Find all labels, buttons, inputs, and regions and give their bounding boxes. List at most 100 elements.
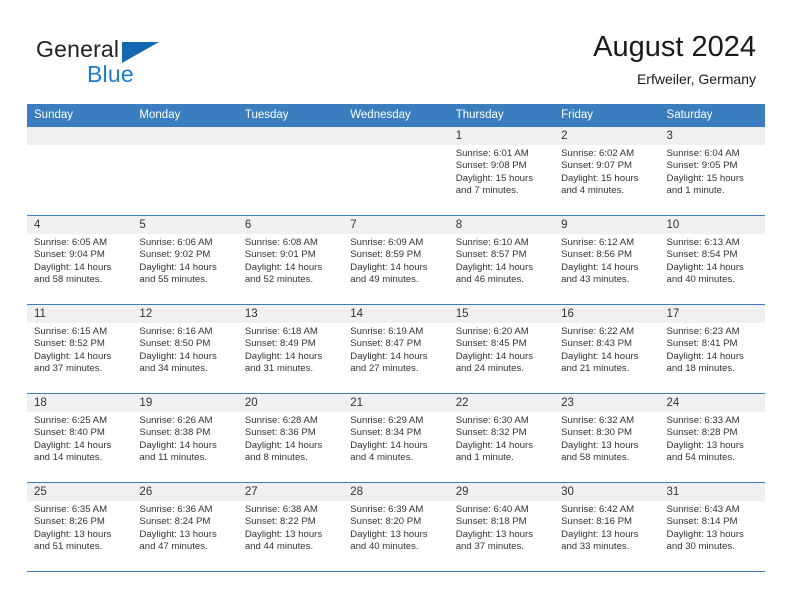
sunrise-text: Sunrise: 6:38 AM — [244, 504, 318, 515]
sunrise-text: Sunrise: 6:43 AM — [666, 504, 740, 515]
calendar-day-cell[interactable]: 14 Sunrise: 6:19 AM Sunset: 8:47 PM Dayl… — [343, 304, 449, 394]
day-details: Sunrise: 6:22 AM Sunset: 8:43 PM Dayligh… — [554, 323, 659, 376]
sunset-text: Sunset: 8:16 PM — [561, 516, 633, 528]
day-details: Sunrise: 6:35 AM Sunset: 8:26 PM Dayligh… — [27, 501, 132, 554]
sunrise-text: Sunrise: 6:06 AM — [139, 237, 213, 248]
daylight-text-line2: and 18 minutes. — [666, 363, 735, 375]
day-number: 8 — [448, 216, 555, 234]
day-details: Sunrise: 6:09 AM Sunset: 8:59 PM Dayligh… — [343, 234, 448, 287]
daylight-text-line2: and 4 minutes. — [350, 452, 414, 464]
sunrise-text: Sunrise: 6:13 AM — [666, 237, 740, 248]
calendar-day-cell[interactable]: 13 Sunrise: 6:18 AM Sunset: 8:49 PM Dayl… — [237, 304, 344, 394]
calendar-day-cell[interactable]: 23 Sunrise: 6:32 AM Sunset: 8:30 PM Dayl… — [554, 393, 660, 483]
day-cell-content: 5 Sunrise: 6:06 AM Sunset: 9:02 PM Dayli… — [132, 216, 238, 304]
calendar-day-cell[interactable]: 11 Sunrise: 6:15 AM Sunset: 8:52 PM Dayl… — [27, 304, 133, 394]
calendar-day-cell[interactable]: 8 Sunrise: 6:10 AM Sunset: 8:57 PM Dayli… — [448, 215, 555, 305]
calendar-day-cell[interactable]: 31 Sunrise: 6:43 AM Sunset: 8:14 PM Dayl… — [659, 482, 765, 572]
calendar-day-cell[interactable]: 16 Sunrise: 6:22 AM Sunset: 8:43 PM Dayl… — [554, 304, 660, 394]
calendar-day-cell[interactable] — [343, 127, 449, 216]
calendar-day-cell[interactable]: 28 Sunrise: 6:39 AM Sunset: 8:20 PM Dayl… — [343, 482, 449, 572]
title-block: August 2024 Erfweiler, Germany — [593, 30, 756, 89]
calendar-day-cell[interactable] — [27, 127, 133, 216]
calendar-day-cell[interactable]: 12 Sunrise: 6:16 AM Sunset: 8:50 PM Dayl… — [132, 304, 238, 394]
day-number: 6 — [237, 216, 344, 234]
day-cell-content: 26 Sunrise: 6:36 AM Sunset: 8:24 PM Dayl… — [132, 483, 238, 571]
calendar-body: 1 Sunrise: 6:01 AM Sunset: 9:08 PM Dayli… — [27, 127, 765, 572]
day-details: Sunrise: 6:13 AM Sunset: 8:54 PM Dayligh… — [660, 234, 765, 287]
day-number: 4 — [27, 216, 133, 234]
calendar-day-cell[interactable]: 9 Sunrise: 6:12 AM Sunset: 8:56 PM Dayli… — [554, 215, 660, 305]
daylight-text-line1: Daylight: 14 hours — [34, 439, 112, 451]
day-cell-content: 17 Sunrise: 6:23 AM Sunset: 8:41 PM Dayl… — [659, 305, 765, 393]
daylight-text-line1: Daylight: 13 hours — [350, 528, 428, 540]
calendar-day-cell[interactable]: 27 Sunrise: 6:38 AM Sunset: 8:22 PM Dayl… — [237, 482, 344, 572]
logo-text-blue: Blue — [87, 61, 134, 87]
daylight-text-line1: Daylight: 15 hours — [666, 172, 744, 184]
sunrise-text: Sunrise: 6:22 AM — [561, 326, 635, 337]
daylight-text-line2: and 11 minutes. — [139, 452, 207, 464]
day-number: 18 — [27, 394, 133, 412]
daylight-text-line1: Daylight: 14 hours — [350, 439, 428, 451]
calendar-day-cell[interactable]: 17 Sunrise: 6:23 AM Sunset: 8:41 PM Dayl… — [659, 304, 765, 394]
calendar-header-row: Sunday Monday Tuesday Wednesday Thursday… — [27, 104, 765, 127]
day-details: Sunrise: 6:36 AM Sunset: 8:24 PM Dayligh… — [132, 501, 237, 554]
daylight-text-line2: and 37 minutes. — [34, 363, 103, 375]
sunrise-text: Sunrise: 6:26 AM — [139, 415, 213, 426]
calendar-day-cell[interactable]: 4 Sunrise: 6:05 AM Sunset: 9:04 PM Dayli… — [27, 215, 133, 305]
day-details: Sunrise: 6:08 AM Sunset: 9:01 PM Dayligh… — [238, 234, 343, 287]
calendar-day-cell[interactable]: 6 Sunrise: 6:08 AM Sunset: 9:01 PM Dayli… — [237, 215, 344, 305]
calendar-day-cell[interactable]: 29 Sunrise: 6:40 AM Sunset: 8:18 PM Dayl… — [448, 482, 555, 572]
sunrise-text: Sunrise: 6:40 AM — [455, 504, 529, 515]
daylight-text-line1: Daylight: 14 hours — [139, 439, 217, 451]
calendar-day-cell[interactable]: 24 Sunrise: 6:33 AM Sunset: 8:28 PM Dayl… — [659, 393, 765, 483]
calendar-day-cell[interactable]: 26 Sunrise: 6:36 AM Sunset: 8:24 PM Dayl… — [132, 482, 238, 572]
sunset-text: Sunset: 8:47 PM — [350, 338, 422, 350]
calendar-day-cell[interactable] — [132, 127, 238, 216]
daylight-text-line2: and 54 minutes. — [666, 452, 735, 464]
calendar-day-cell[interactable]: 2 Sunrise: 6:02 AM Sunset: 9:07 PM Dayli… — [554, 127, 660, 216]
sunset-text: Sunset: 9:07 PM — [561, 160, 633, 172]
day-cell-content: 7 Sunrise: 6:09 AM Sunset: 8:59 PM Dayli… — [343, 216, 449, 304]
day-number: 16 — [554, 305, 660, 323]
weekday-header-tuesday: Tuesday — [237, 104, 344, 127]
day-number: 9 — [554, 216, 660, 234]
day-details: Sunrise: 6:19 AM Sunset: 8:47 PM Dayligh… — [343, 323, 448, 376]
day-details: Sunrise: 6:16 AM Sunset: 8:50 PM Dayligh… — [132, 323, 237, 376]
calendar-day-cell[interactable]: 5 Sunrise: 6:06 AM Sunset: 9:02 PM Dayli… — [132, 215, 238, 305]
sunset-text: Sunset: 9:02 PM — [139, 249, 211, 261]
general-blue-logo[interactable]: General Blue — [36, 36, 216, 88]
day-cell-content: 25 Sunrise: 6:35 AM Sunset: 8:26 PM Dayl… — [27, 483, 133, 571]
calendar-day-cell[interactable]: 18 Sunrise: 6:25 AM Sunset: 8:40 PM Dayl… — [27, 393, 133, 483]
daylight-text-line2: and 33 minutes. — [561, 541, 630, 553]
calendar-day-cell[interactable]: 19 Sunrise: 6:26 AM Sunset: 8:38 PM Dayl… — [132, 393, 238, 483]
calendar-day-cell[interactable]: 22 Sunrise: 6:30 AM Sunset: 8:32 PM Dayl… — [448, 393, 555, 483]
calendar-day-cell[interactable] — [237, 127, 344, 216]
day-number: 31 — [659, 483, 765, 501]
calendar-day-cell[interactable]: 25 Sunrise: 6:35 AM Sunset: 8:26 PM Dayl… — [27, 482, 133, 572]
calendar-day-cell[interactable]: 3 Sunrise: 6:04 AM Sunset: 9:05 PM Dayli… — [659, 127, 765, 216]
daylight-text-line1: Daylight: 14 hours — [244, 439, 323, 451]
calendar-day-cell[interactable]: 1 Sunrise: 6:01 AM Sunset: 9:08 PM Dayli… — [448, 127, 555, 216]
calendar-day-cell[interactable]: 20 Sunrise: 6:28 AM Sunset: 8:36 PM Dayl… — [237, 393, 344, 483]
day-cell-content: 13 Sunrise: 6:18 AM Sunset: 8:49 PM Dayl… — [237, 305, 344, 393]
calendar-day-cell[interactable]: 7 Sunrise: 6:09 AM Sunset: 8:59 PM Dayli… — [343, 215, 449, 305]
daylight-text-line2: and 44 minutes. — [244, 541, 314, 553]
daylight-text-line1: Daylight: 13 hours — [666, 528, 744, 540]
calendar-day-cell[interactable]: 15 Sunrise: 6:20 AM Sunset: 8:45 PM Dayl… — [448, 304, 555, 394]
daylight-text-line1: Daylight: 15 hours — [561, 172, 639, 184]
day-number: 2 — [554, 127, 660, 145]
sunset-text: Sunset: 9:04 PM — [34, 249, 105, 261]
calendar-day-cell[interactable]: 21 Sunrise: 6:29 AM Sunset: 8:34 PM Dayl… — [343, 393, 449, 483]
calendar-day-cell[interactable]: 10 Sunrise: 6:13 AM Sunset: 8:54 PM Dayl… — [659, 215, 765, 305]
sunrise-text: Sunrise: 6:35 AM — [34, 504, 108, 515]
sunrise-text: Sunrise: 6:32 AM — [561, 415, 635, 426]
sunset-text: Sunset: 8:14 PM — [666, 516, 738, 528]
sunset-text: Sunset: 8:20 PM — [350, 516, 422, 528]
sunrise-text: Sunrise: 6:09 AM — [350, 237, 424, 248]
daylight-text-line1: Daylight: 14 hours — [139, 350, 217, 362]
calendar-day-cell[interactable]: 30 Sunrise: 6:42 AM Sunset: 8:16 PM Dayl… — [554, 482, 660, 572]
page-subtitle: Erfweiler, Germany — [636, 71, 756, 87]
daylight-text-line1: Daylight: 14 hours — [455, 350, 534, 362]
sunset-text: Sunset: 9:08 PM — [455, 160, 527, 172]
sunrise-text: Sunrise: 6:30 AM — [455, 415, 529, 426]
